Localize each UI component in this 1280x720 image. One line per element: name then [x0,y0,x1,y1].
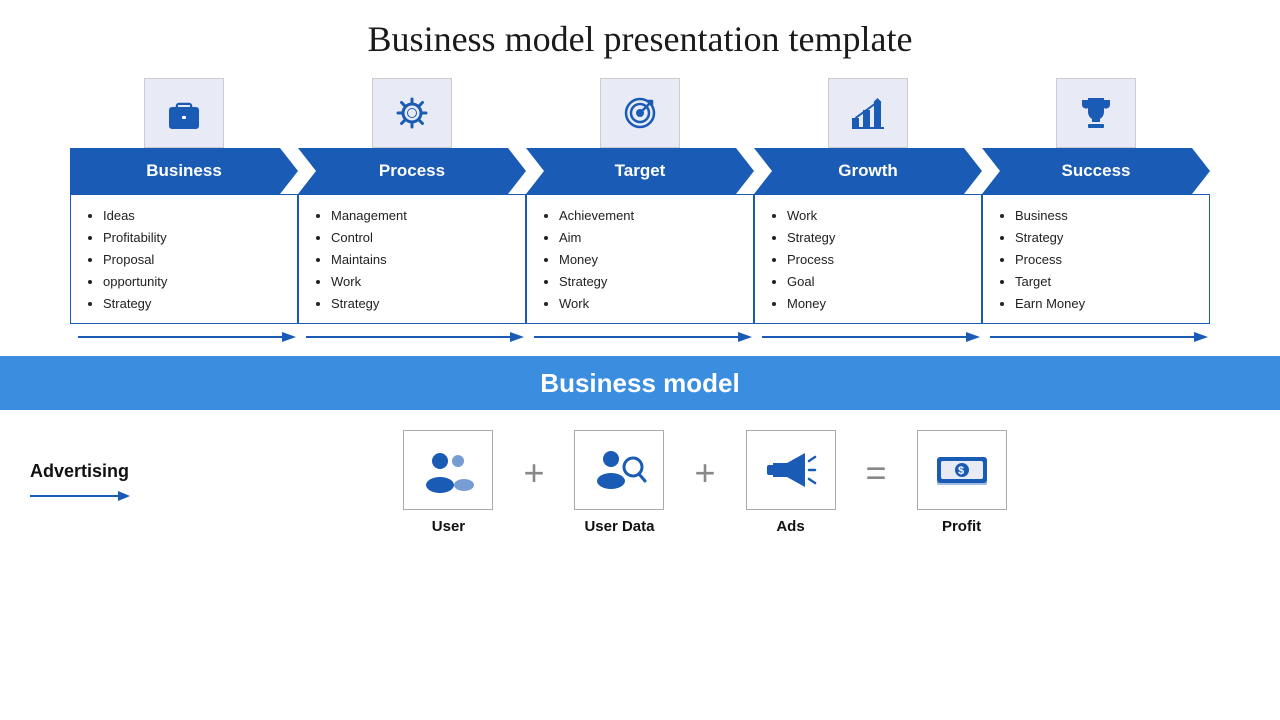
bm-banner-text: Business model [540,368,739,399]
bottom-item-profit: $ Profit [897,430,1027,535]
user-data-icon [574,430,664,510]
user-label: User [432,518,465,535]
list-item: Ideas [103,205,285,227]
column-business: BusinessIdeasProfitabilityProposalopport… [70,78,298,346]
bottom-section: Advertising User + User Data + Ads = $ [0,410,1280,535]
list-item: Target [1015,271,1197,293]
user-icon [403,430,493,510]
list-item: Earn Money [1015,293,1197,315]
page-title: Business model presentation template [368,18,913,60]
list-item: Money [787,293,969,315]
svg-text:$: $ [958,465,964,477]
business-content: IdeasProfitabilityProposalopportunityStr… [70,194,298,324]
list-item: opportunity [103,271,285,293]
profit-icon: $ [917,430,1007,510]
business-icon-box [144,78,224,148]
list-item: Profitability [103,227,285,249]
user-data-label: User Data [584,518,654,535]
growth-banner: Growth [754,148,982,194]
process-icon-box [372,78,452,148]
list-item: Strategy [787,227,969,249]
ads-label: Ads [776,518,804,535]
business-banner: Business [70,148,298,194]
column-process: ProcessManagementControlMaintainsWorkStr… [298,78,526,346]
process-bottom-arrow [298,328,526,346]
bm-banner: Business model [0,356,1280,410]
target-content: AchievementAimMoneyStrategyWork [526,194,754,324]
target-icon-box [600,78,680,148]
list-item: Aim [559,227,741,249]
success-icon-box [1056,78,1136,148]
list-item: Control [331,227,513,249]
advertising-text: Advertising [30,461,129,482]
growth-bottom-arrow [754,328,982,346]
target-bottom-arrow [526,328,754,346]
list-item: Strategy [559,271,741,293]
advertising-arrow [30,488,130,504]
operator-1: + [694,452,715,514]
profit-label: Profit [942,518,981,535]
column-growth: GrowthWorkStrategyProcessGoalMoney [754,78,982,346]
bottom-items: User + User Data + Ads = $ Profit [160,430,1250,535]
list-item: Proposal [103,249,285,271]
list-item: Strategy [1015,227,1197,249]
list-item: Maintains [331,249,513,271]
success-content: BusinessStrategyProcessTargetEarn Money [982,194,1210,324]
column-target: TargetAchievementAimMoneyStrategyWork [526,78,754,346]
page: Business model presentation template Bus… [0,0,1280,720]
list-item: Business [1015,205,1197,227]
bottom-item-ads: Ads [726,430,856,535]
success-bottom-arrow [982,328,1210,346]
bottom-item-user: User [383,430,513,535]
ads-icon [746,430,836,510]
process-content: ManagementControlMaintainsWorkStrategy [298,194,526,324]
list-item: Process [787,249,969,271]
growth-icon-box [828,78,908,148]
operator-0: + [523,452,544,514]
list-item: Achievement [559,205,741,227]
list-item: Strategy [331,293,513,315]
target-banner: Target [526,148,754,194]
business-bottom-arrow [70,328,298,346]
list-item: Strategy [103,293,285,315]
process-banner: Process [298,148,526,194]
top-section: BusinessIdeasProfitabilityProposalopport… [0,78,1280,346]
list-item: Work [787,205,969,227]
list-item: Goal [787,271,969,293]
list-item: Work [559,293,741,315]
list-item: Management [331,205,513,227]
advertising-label: Advertising [30,461,160,504]
success-banner: Success [982,148,1210,194]
growth-content: WorkStrategyProcessGoalMoney [754,194,982,324]
list-item: Money [559,249,741,271]
list-item: Process [1015,249,1197,271]
column-success: SuccessBusinessStrategyProcessTargetEarn… [982,78,1210,346]
bottom-item-user-data: User Data [554,430,684,535]
operator-2: = [866,452,887,514]
list-item: Work [331,271,513,293]
